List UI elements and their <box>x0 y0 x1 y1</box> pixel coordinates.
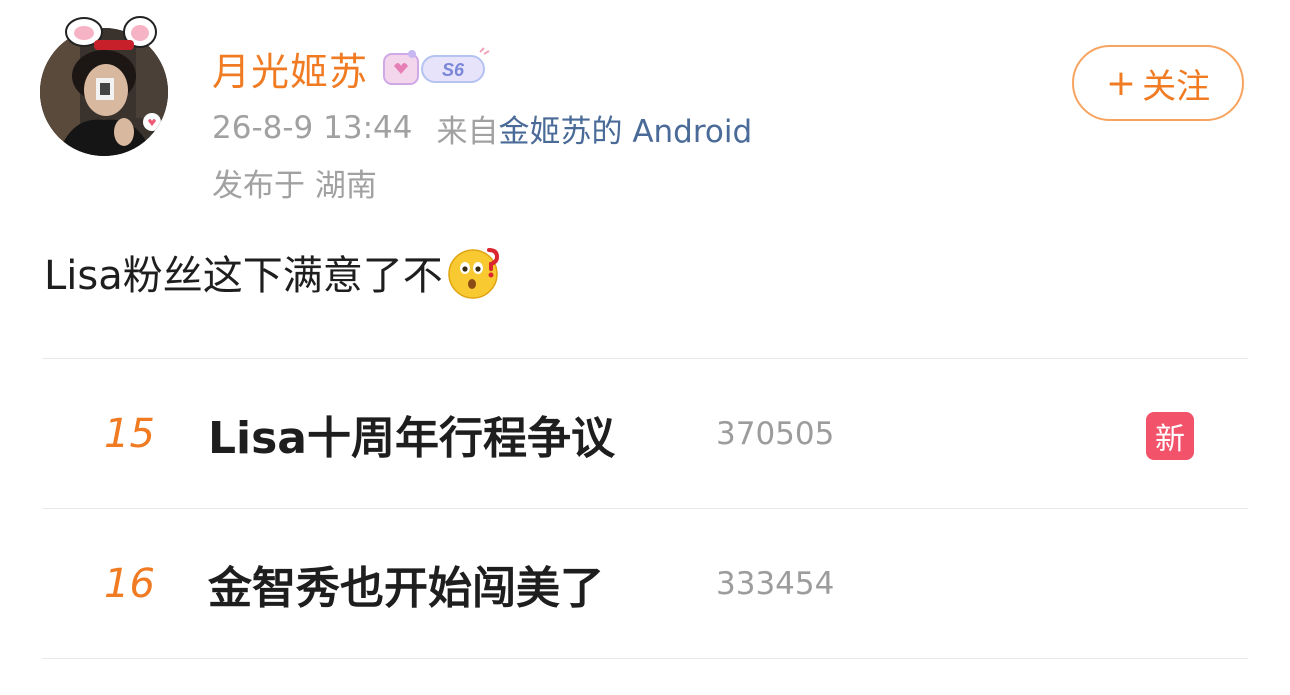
trend-rank: 16 <box>104 561 155 607</box>
post-location-text: 发布于 湖南 <box>212 167 377 204</box>
trend-title[interactable]: Lisa十周年行程争议 <box>208 360 615 508</box>
post-text: Lisa粉丝这下满意了不 <box>44 253 443 299</box>
trend-heat: 370505 <box>716 416 835 452</box>
thinking-question-face-emoji-icon <box>448 248 499 299</box>
username[interactable]: 月光姬苏 <box>212 41 368 96</box>
new-badge: 新 <box>1146 412 1194 460</box>
trend-rank: 15 <box>104 411 155 457</box>
bunny-ears-icon <box>65 16 157 50</box>
vip-level-badge-icon[interactable]: S6 <box>382 46 492 90</box>
divider <box>42 508 1248 509</box>
follow-button-label: 关注 <box>1142 66 1211 107</box>
divider <box>42 658 1248 659</box>
post-time: 26-8-9 13:44 <box>212 110 413 146</box>
post-meta: 26-8-9 13:44 来自 金姬苏的 Android <box>212 106 752 150</box>
trend-row[interactable]: 16 金智秀也开始闯美了 333454 <box>42 510 1248 658</box>
plus-icon: + <box>1105 62 1137 104</box>
username-row: 月光姬苏 S6 <box>212 40 492 96</box>
from-prefix: 来自 <box>436 113 499 150</box>
post-location: 发布于 湖南 <box>212 160 377 204</box>
post-content: Lisa粉丝这下满意了不 <box>44 240 503 304</box>
vip-level-text: S6 <box>442 60 465 80</box>
divider <box>42 358 1248 359</box>
follow-button[interactable]: + 关注 <box>1072 45 1244 121</box>
trend-heat: 333454 <box>716 566 835 602</box>
avatar[interactable] <box>40 16 168 156</box>
trend-title[interactable]: 金智秀也开始闯美了 <box>208 510 604 658</box>
post-device-link[interactable]: 金姬苏的 Android <box>498 106 752 151</box>
trend-row[interactable]: 15 Lisa十周年行程争议 370505 新 <box>42 360 1248 508</box>
